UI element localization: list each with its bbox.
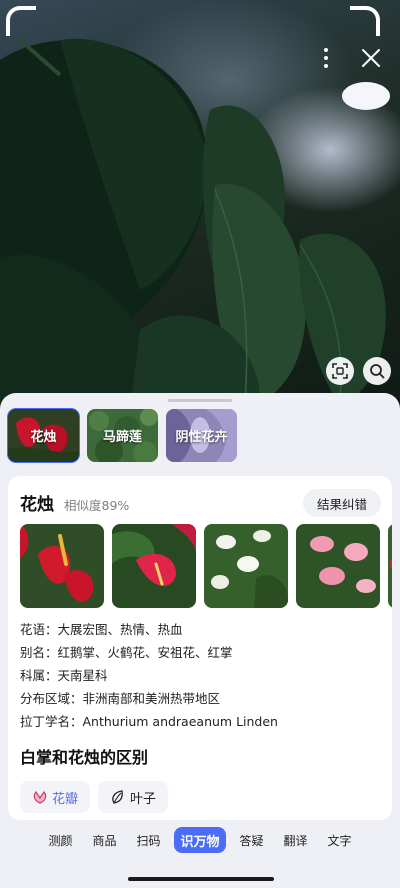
- candidate-calla-lily[interactable]: 马蹄莲: [87, 409, 158, 462]
- more-vertical-icon[interactable]: [316, 46, 336, 70]
- similarity-score: 相似度89%: [64, 498, 130, 513]
- plant-name: 花烛: [20, 495, 54, 515]
- gallery-photo[interactable]: [296, 524, 380, 608]
- tab-leaf[interactable]: 叶子: [98, 781, 169, 813]
- result-card: 花烛 相似度89% 结果纠错 花语：大展宏图、热情、热血 别名：红鹅掌、火鹤花、…: [8, 476, 392, 820]
- leaf-icon: [112, 790, 123, 804]
- plant-info-list: 花语：大展宏图、热情、热血 别名：红鹅掌、火鹤花、安祖花、红掌 科属：天南星科 …: [20, 618, 380, 733]
- candidate-anthurium[interactable]: 花烛: [7, 408, 80, 463]
- mode-scan-code[interactable]: 扫码: [126, 827, 170, 853]
- scan-frame-icon: [332, 363, 348, 379]
- gallery-photo[interactable]: [20, 524, 104, 608]
- candidate-label: 阴性花卉: [175, 430, 228, 445]
- info-row-latin-name: 拉丁学名：Anthurium andraeanum Linden: [20, 714, 278, 729]
- difference-section-title: 白掌和花烛的区别: [20, 748, 149, 767]
- candidate-shade-flowers[interactable]: 阴性花卉: [166, 409, 237, 462]
- mode-switcher: 测颜 商品 扫码 识万物 答疑 翻译 文字: [0, 826, 400, 854]
- info-row-alias: 别名：红鹅掌、火鹤花、安祖花、红掌: [20, 645, 233, 660]
- mode-face[interactable]: 测颜: [38, 827, 82, 853]
- tab-petal[interactable]: 花瓣: [20, 781, 91, 813]
- search-icon: [370, 364, 385, 379]
- gallery-photo[interactable]: [112, 524, 196, 608]
- search-button[interactable]: [363, 357, 391, 385]
- info-row-flower-language: 花语：大展宏图、热情、热血: [20, 622, 183, 637]
- scan-frame-button[interactable]: [326, 357, 354, 385]
- mode-product[interactable]: 商品: [82, 827, 126, 853]
- mode-identify-everything[interactable]: 识万物: [174, 827, 226, 853]
- correct-result-button[interactable]: 结果纠错: [303, 489, 381, 517]
- candidate-list: 花烛 马蹄莲 阴性花卉: [7, 408, 237, 463]
- camera-viewfinder: [0, 0, 400, 410]
- sheet-drag-handle[interactable]: [168, 399, 232, 402]
- home-indicator[interactable]: [128, 877, 274, 881]
- candidate-label: 马蹄莲: [102, 430, 142, 445]
- gallery-photo[interactable]: [388, 524, 392, 608]
- mode-text[interactable]: 文字: [318, 827, 362, 853]
- mode-translate[interactable]: 翻译: [274, 827, 318, 853]
- viewfinder-corner-top-left: [6, 6, 36, 36]
- candidate-label: 花烛: [30, 430, 57, 445]
- info-row-family: 科属：天南星科: [20, 668, 108, 683]
- close-icon[interactable]: [358, 45, 384, 71]
- difference-tabs: 花瓣 叶子: [20, 781, 169, 813]
- gallery-photo[interactable]: [204, 524, 288, 608]
- photo-gallery: [20, 524, 392, 608]
- camera-preview-image: [0, 38, 390, 410]
- info-row-distribution: 分布区域：非洲南部和美洲热带地区: [20, 691, 221, 706]
- tab-label: 叶子: [130, 791, 157, 807]
- tab-label: 花瓣: [52, 791, 79, 807]
- mode-qa[interactable]: 答疑: [230, 827, 274, 853]
- petal-icon: [33, 791, 47, 804]
- result-sheet: 花烛 马蹄莲 阴性花卉 花烛 相似度89% 结果纠错 花语：大展宏图、热情、热血…: [0, 393, 400, 888]
- viewfinder-corner-top-right: [350, 6, 380, 36]
